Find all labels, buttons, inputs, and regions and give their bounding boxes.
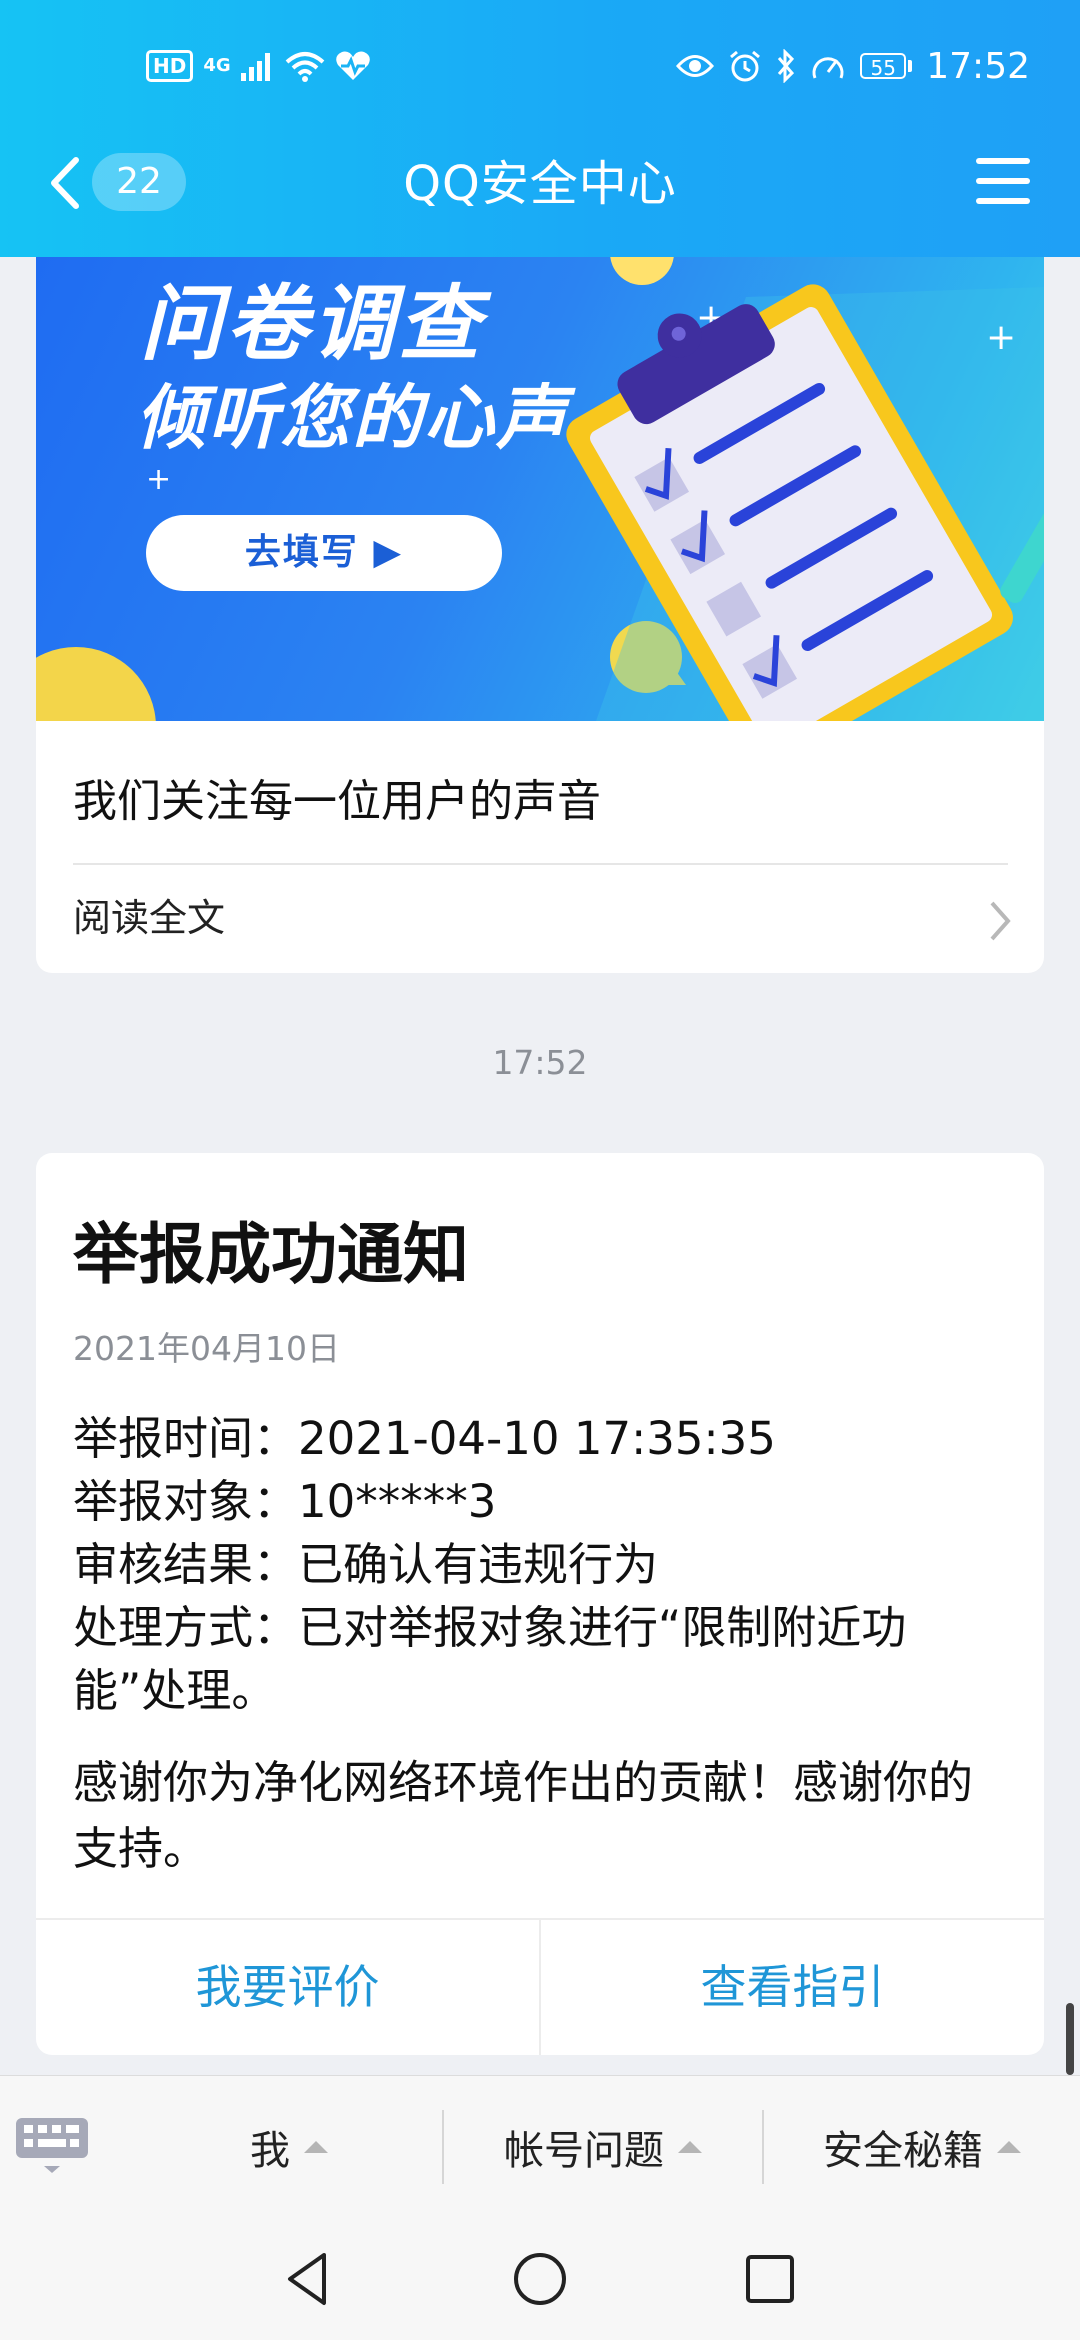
survey-banner[interactable]: + + + 问卷调查 倾听您的心声 去填写 ▶ [36,257,1044,721]
signal-bars-icon [240,53,270,81]
bottom-menu-bar: 我 帐号问题 安全秘籍 [0,2075,1080,2218]
menu-security-tips-label: 安全秘籍 [823,2128,983,2174]
app-header: HD 4G 55 17:52 22 QQ安全中心 [0,0,1080,257]
read-full-label: 阅读全文 [73,896,226,940]
svg-text:+: + [146,462,171,497]
eye-icon [676,55,715,77]
caret-up-icon [997,2141,1021,2153]
fill-survey-button[interactable]: 去填写 ▶ [146,515,502,591]
hd-icon: HD [146,50,194,82]
4g-signal-icon: 4G [203,57,230,75]
report-time: 举报时间：2021-04-10 17:35:35 [73,1412,776,1465]
menu-me-label: 我 [250,2128,290,2174]
wifi-icon [285,52,324,82]
survey-card[interactable]: + + + 问卷调查 倾听您的心声 去填写 ▶ 我们关注每一位用户的声音 阅读全… [36,257,1044,973]
hamburger-menu-icon[interactable] [976,158,1030,204]
nav-recents-icon[interactable] [738,2247,802,2311]
report-notice-card: 举报成功通知 2021年04月10日 举报时间：2021-04-10 17:35… [36,1153,1044,2055]
status-bar-right: 55 17:52 [676,44,1030,88]
alarm-icon [730,50,761,82]
survey-description: 我们关注每一位用户的声音 [73,776,601,827]
nav-back-icon[interactable] [276,2247,340,2311]
report-target: 举报对象：10*****3 [73,1475,497,1528]
notice-date: 2021年04月10日 [73,1329,340,1368]
rate-button[interactable]: 我要评价 [36,1920,539,2055]
banner-title: 问卷调查 [140,277,484,372]
menu-me[interactable]: 我 [136,2076,442,2218]
scrollbar-thumb[interactable] [1066,2003,1074,2075]
svg-text:+: + [986,317,1016,358]
read-full-row[interactable]: 阅读全文 [36,865,1044,973]
heart-health-icon [335,51,370,80]
menu-account-issues[interactable]: 帐号问题 [444,2076,762,2218]
caret-up-icon [678,2141,702,2153]
page-title: QQ安全中心 [403,156,677,212]
view-guide-button[interactable]: 查看指引 [539,1920,1044,2055]
notice-actions: 我要评价 查看指引 [36,1918,1044,2055]
caret-up-icon [304,2141,328,2153]
menu-security-tips[interactable]: 安全秘籍 [764,2076,1080,2218]
battery-icon: 55 [860,53,913,80]
network-label: 4G [203,55,231,76]
chevron-right-icon [990,901,1011,941]
battery-level: 55 [860,53,907,80]
menu-account-issues-label: 帐号问题 [504,2128,664,2174]
thanks-message: 感谢你为净化网络环境作出的贡献！感谢你的支持。 [73,1756,974,1875]
handling-method: 处理方式：已对举报对象进行“限制附近功能”处理。 [73,1601,907,1717]
nav-home-icon[interactable] [508,2247,572,2311]
message-timestamp: 17:52 [492,1043,588,1082]
banner-subtitle: 倾听您的心声 [136,377,568,459]
notice-title: 举报成功通知 [73,1216,469,1293]
system-navigation-bar [0,2217,1080,2340]
review-result: 审核结果：已确认有违规行为 [73,1538,659,1591]
bluetooth-icon [778,49,795,83]
status-clock: 17:52 [926,45,1030,87]
speed-icon [812,57,844,79]
keyboard-toggle-icon[interactable] [14,2116,90,2176]
status-bar-left: HD 4G [146,44,371,88]
